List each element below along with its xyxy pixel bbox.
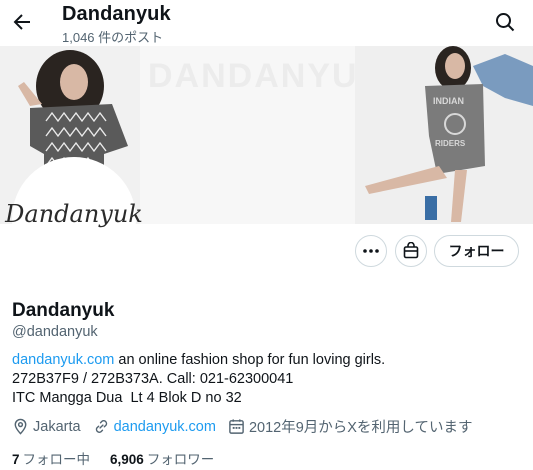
website-link[interactable]: dandanyuk.com <box>114 419 216 435</box>
bio-line-2: 272B37F9 / 272B373A. Call: 021-62300041 <box>12 371 294 387</box>
joined-text: 2012年9月からXを利用しています <box>248 420 473 436</box>
avatar-logo-text: Dandanyuk <box>5 200 143 228</box>
followers-count: 6,906 <box>110 452 144 467</box>
follow-stats: 7 フォロー中 6,906 フォロワー <box>12 448 234 468</box>
bio-line-1-text: an online fashion shop for fun loving gi… <box>114 352 386 368</box>
location-text: Jakarta <box>33 418 81 435</box>
profile-header: Dandanyuk 1,046 件のポスト <box>0 0 533 46</box>
link-icon <box>95 420 107 433</box>
website: dandanyuk.com <box>93 418 216 435</box>
followers-link[interactable]: 6,906 フォロワー <box>110 448 214 468</box>
bio-line-3: ITC Mangga Dua Lt 4 Blok D no 32 <box>12 390 242 406</box>
more-icon <box>363 249 379 253</box>
location: Jakarta <box>12 418 81 435</box>
profile-name: Dandanyuk <box>12 300 115 321</box>
followers-label: フォロワー <box>146 452 215 467</box>
page-title: Dandanyuk <box>62 3 171 25</box>
shop-button[interactable] <box>395 235 427 267</box>
more-button[interactable] <box>355 235 387 267</box>
calendar-icon <box>229 419 244 434</box>
profile-bio: dandanyuk.com an online fashion shop for… <box>12 351 522 408</box>
svg-text:RIDERS: RIDERS <box>435 139 466 148</box>
banner-model-right: INDIAN RIDERS <box>355 46 533 224</box>
joined-date: 2012年9月からXを利用しています <box>228 416 473 437</box>
search-icon[interactable] <box>493 10 517 34</box>
shop-icon <box>403 242 419 259</box>
banner-center-text: DANDANYUK <box>148 57 386 95</box>
following-label: フォロー中 <box>22 452 91 467</box>
following-link[interactable]: 7 フォロー中 <box>12 448 90 468</box>
bio-line-1: dandanyuk.com an online fashion shop for… <box>12 351 522 370</box>
location-icon <box>14 418 27 435</box>
post-count: 1,046 件のポスト <box>62 30 164 45</box>
profile-handle: @dandanyuk <box>12 324 98 340</box>
banner-center-panel: DANDANYUK <box>140 46 383 224</box>
avatar[interactable]: Dandanyuk <box>5 157 143 281</box>
back-arrow-icon[interactable] <box>10 10 34 34</box>
profile-meta: Jakarta dandanyuk.com 2012年9月からXを利用しています <box>12 416 485 437</box>
bio-link[interactable]: dandanyuk.com <box>12 352 114 368</box>
follow-button[interactable]: フォロー <box>434 235 519 267</box>
svg-text:INDIAN: INDIAN <box>433 96 464 106</box>
following-count: 7 <box>12 452 20 467</box>
